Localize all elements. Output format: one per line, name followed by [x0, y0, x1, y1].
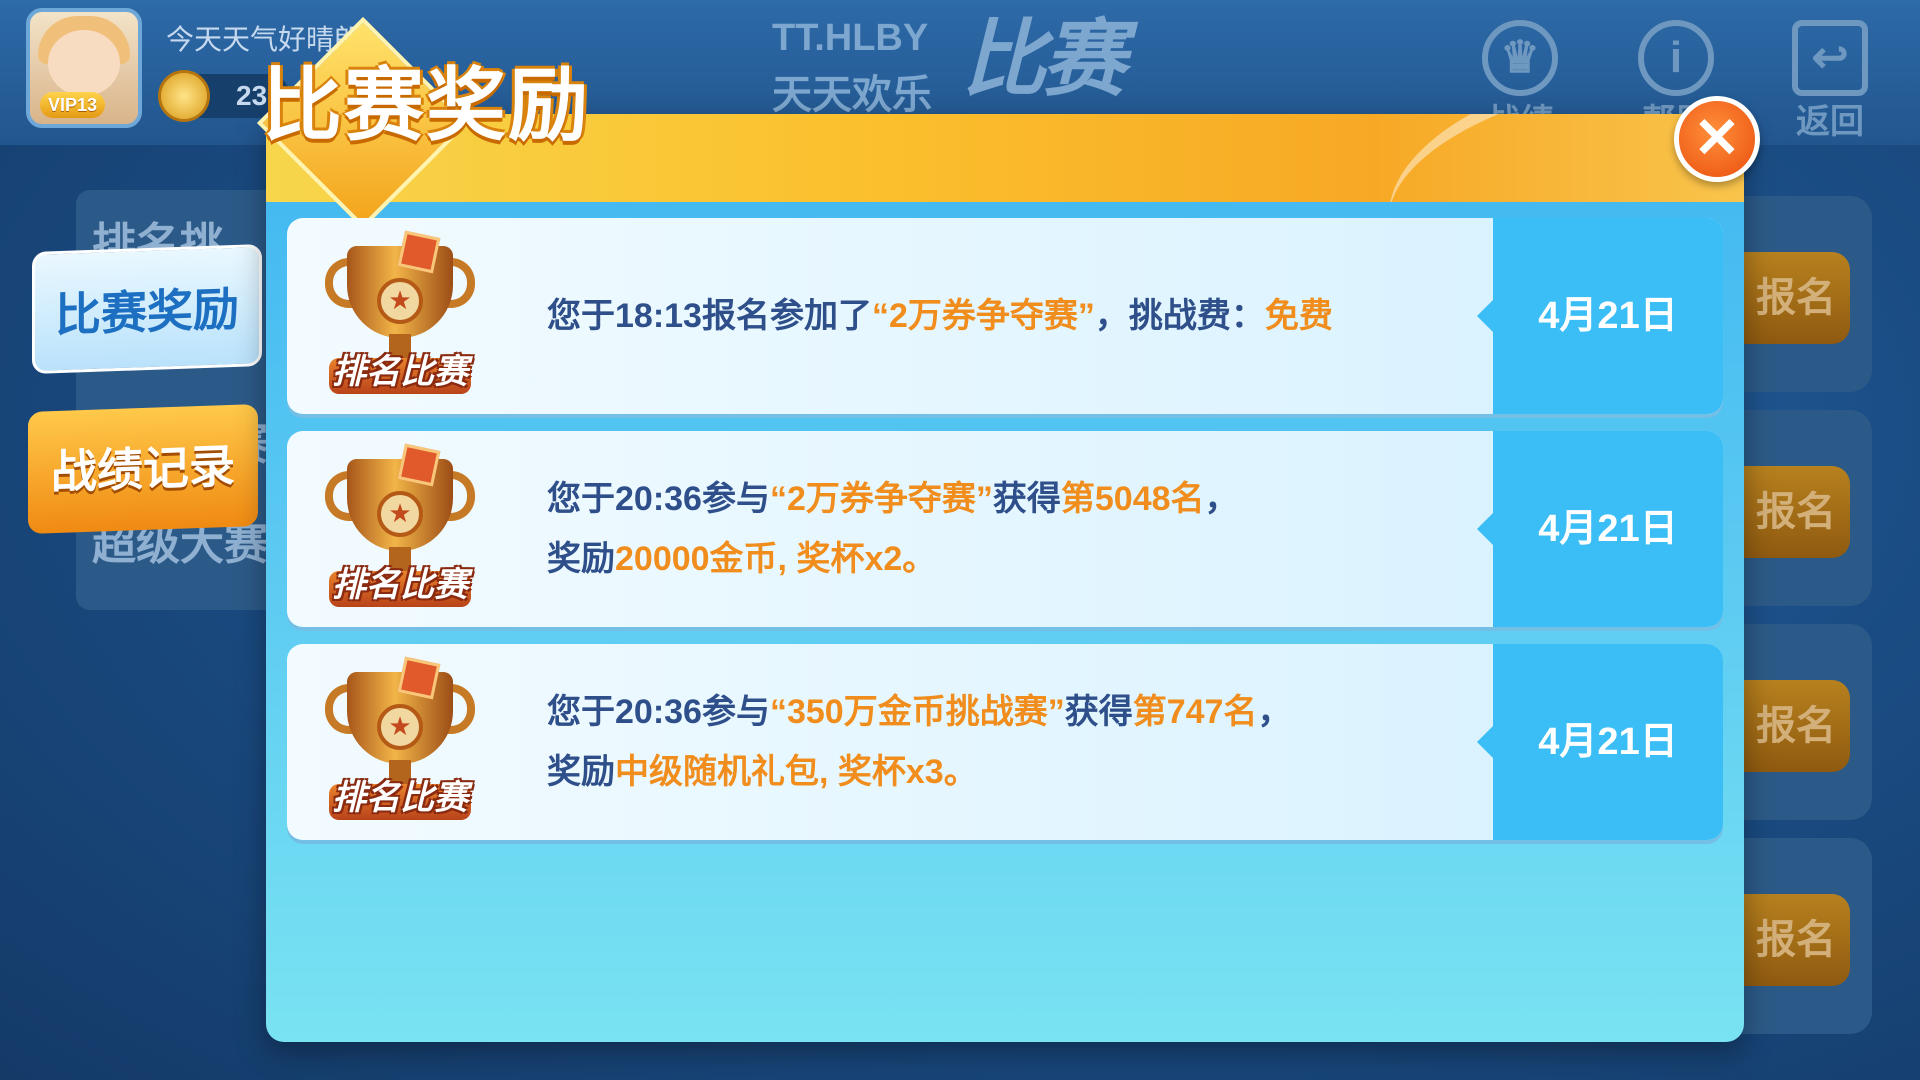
trophy-label: 排名比赛	[332, 353, 468, 391]
event-name: “350万金币挑战赛”	[769, 693, 1065, 731]
reward-message: 您于20:36参与“350万金币挑战赛”获得第747名， 奖励中级随机礼包, 奖…	[547, 682, 1467, 802]
trophy-label: 排名比赛	[332, 566, 468, 604]
message-text: ，	[1204, 480, 1239, 518]
message-text: 获得	[992, 480, 1061, 518]
message-text: ，	[1257, 693, 1292, 731]
coin-icon	[158, 70, 210, 122]
info-icon: i	[1638, 20, 1714, 96]
reward-message: 您于20:36参与“2万券争夺赛”获得第5048名， 奖励20000金币, 奖杯…	[547, 469, 1467, 589]
message-text: 奖励	[547, 753, 615, 791]
reward-row: ★ 排名比赛 您于20:36参与“2万券争夺赛”获得第5048名， 奖励2000…	[287, 431, 1723, 627]
tab-battle-record[interactable]: 战绩记录	[28, 403, 258, 535]
logo-big-text: 比赛	[962, 12, 1126, 106]
event-name: “2万券争夺赛”	[871, 297, 1095, 335]
reward-date: 4月21日	[1538, 295, 1678, 337]
back-arrow-icon: ↩	[1792, 20, 1868, 96]
back-nav-button[interactable]: ↩ 返回	[1780, 20, 1880, 143]
message-text: 您于18:13报名参加了	[547, 297, 872, 335]
ranking-trophy-icon: ★ 排名比赛	[325, 443, 475, 618]
event-name: “2万券争夺赛”	[769, 480, 993, 518]
message-text: 您于20:36参与	[547, 480, 770, 518]
message-text: 您于20:36参与	[547, 693, 770, 731]
message-text: 奖励	[547, 540, 615, 578]
rank-value: 第5048名	[1060, 480, 1205, 518]
back-nav-label: 返回	[1796, 103, 1864, 141]
logo-top-text: TT.HLBY	[772, 17, 929, 59]
close-icon: ✕	[1693, 106, 1741, 169]
fee-value: 免费	[1264, 297, 1333, 335]
reward-row: ★ 排名比赛 您于18:13报名参加了“2万券争夺赛”，挑战费：免费 4月21日	[287, 218, 1723, 414]
close-button[interactable]: ✕	[1674, 96, 1760, 182]
trophy-icon: ♛	[1482, 20, 1558, 96]
modal-title: 比赛奖励	[262, 61, 590, 150]
avatar[interactable]: VIP13	[26, 8, 142, 128]
prize-value: 中级随机礼包, 奖杯x3。	[615, 753, 978, 791]
ranking-trophy-icon: ★ 排名比赛	[325, 656, 475, 831]
rank-value: 第747名	[1132, 693, 1258, 731]
reward-row: ★ 排名比赛 您于20:36参与“350万金币挑战赛”获得第747名， 奖励中级…	[287, 644, 1723, 840]
avatar-face	[48, 30, 120, 96]
vip-badge: VIP13	[40, 92, 106, 118]
reward-date: 4月21日	[1538, 508, 1678, 550]
message-text: ，挑战费：	[1094, 297, 1265, 335]
reward-date: 4月21日	[1538, 721, 1678, 763]
prize-value: 20000金币, 奖杯x2。	[615, 540, 937, 578]
message-text: 获得	[1064, 693, 1133, 731]
logo-sub-text: 天天欢乐	[772, 73, 932, 117]
reward-message: 您于18:13报名参加了“2万券争夺赛”，挑战费：免费	[547, 286, 1467, 346]
tab-match-reward[interactable]: 比赛奖励	[32, 243, 262, 375]
ranking-trophy-icon: ★ 排名比赛	[325, 230, 475, 405]
trophy-label: 排名比赛	[332, 779, 468, 817]
